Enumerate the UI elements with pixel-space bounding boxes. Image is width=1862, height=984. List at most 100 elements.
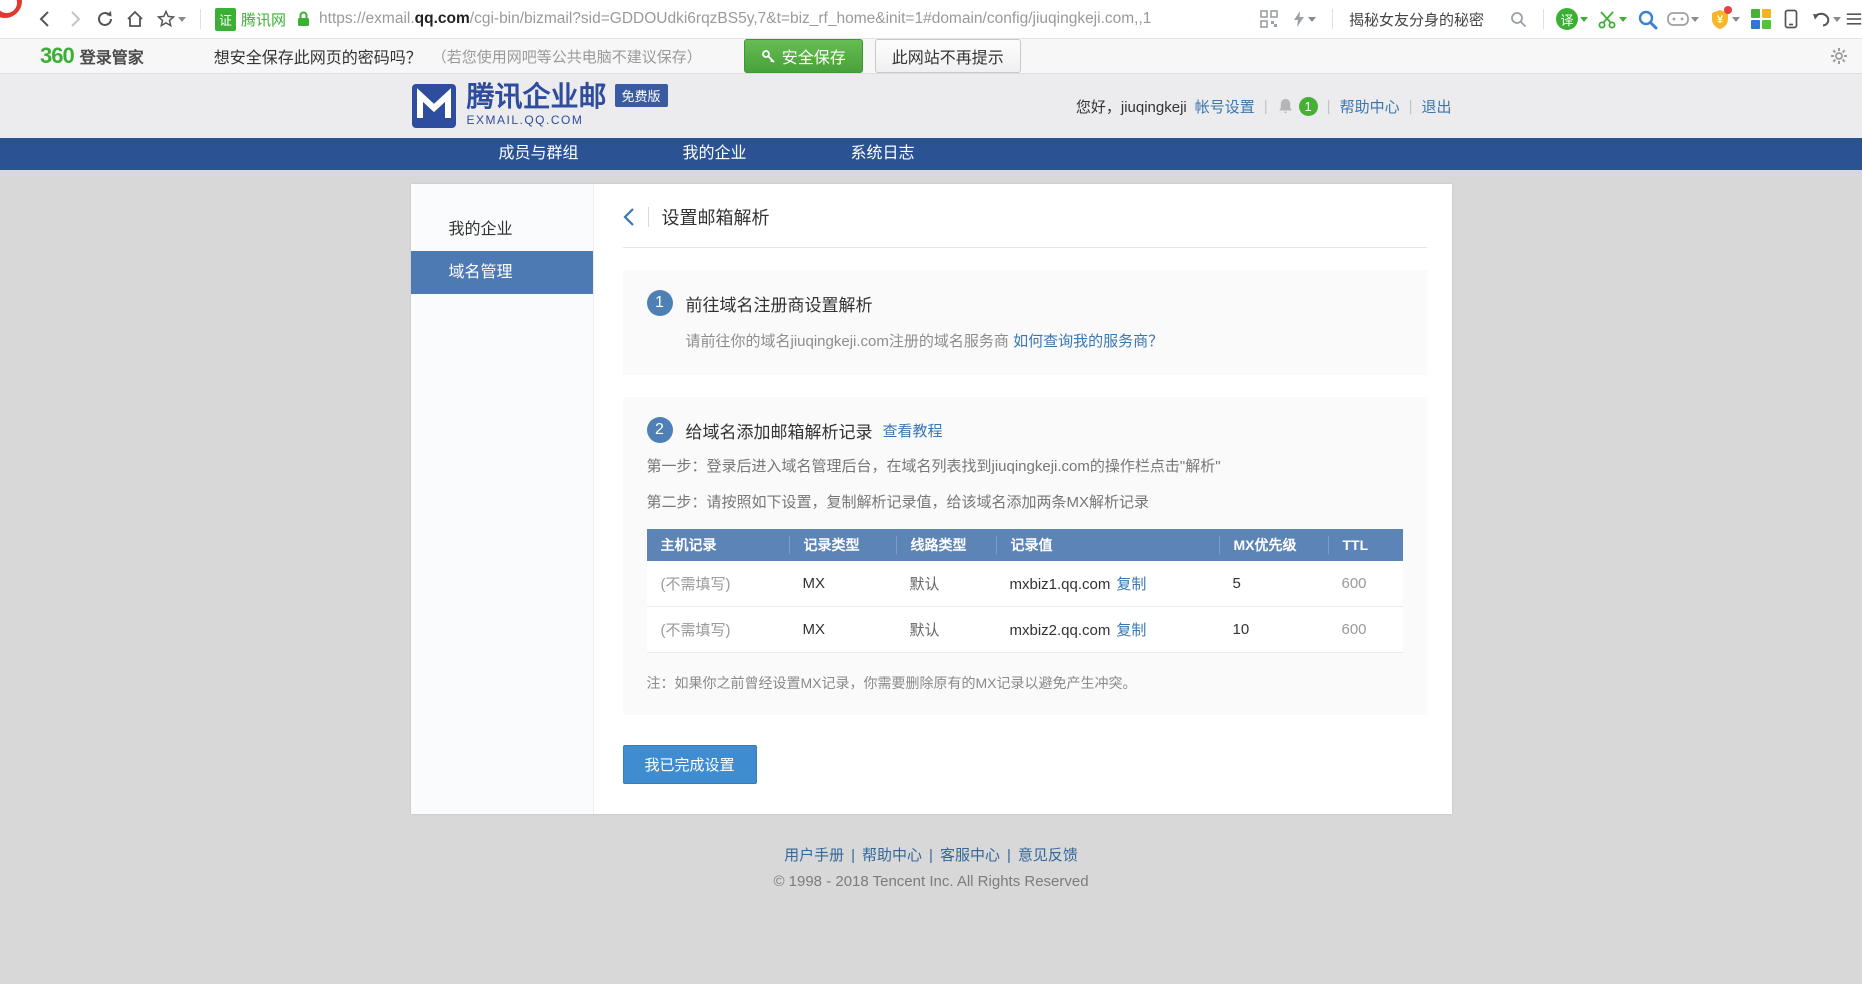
cell-type: MX — [789, 621, 896, 638]
cell-priority: 10 — [1219, 621, 1328, 638]
brand-subtitle: EXMAIL.QQ.COM — [467, 113, 607, 127]
search-icon[interactable] — [1510, 11, 1527, 28]
notification-count-badge[interactable]: 1 — [1299, 97, 1318, 116]
copy-link[interactable]: 复制 — [1116, 576, 1146, 593]
col-header-line: 线路类型 — [896, 536, 996, 554]
mx-conflict-note: 注：如果你之前曾经设置MX记录，你需要删除原有的MX记录以避免产生冲突。 — [647, 673, 1403, 693]
chevron-left-icon — [623, 207, 635, 227]
step-2-title: 给域名添加邮箱解析记录 — [686, 418, 873, 443]
logout-link[interactable]: 退出 — [1421, 96, 1451, 117]
col-header-value: 记录值 — [996, 536, 1219, 554]
cell-line: 默认 — [896, 573, 996, 594]
step-2-box: 2 给域名添加邮箱解析记录 查看教程 第一步：登录后进入域名管理后台，在域名列表… — [623, 397, 1427, 715]
footer-link-user-manual[interactable]: 用户手册 — [784, 847, 844, 864]
mobile-button[interactable] — [1776, 4, 1806, 34]
page-footer: 用户手册|帮助中心|客服中心|意见反馈 © 1998 - 2018 Tencen… — [0, 844, 1862, 890]
toolbar-divider — [1332, 9, 1333, 29]
view-tutorial-link[interactable]: 查看教程 — [883, 420, 943, 441]
copy-link[interactable]: 复制 — [1116, 622, 1146, 639]
undo-button[interactable] — [1806, 4, 1846, 34]
apps-grid-icon — [1751, 9, 1771, 29]
nav-item-my-company[interactable]: 我的企业 — [683, 138, 747, 170]
cell-value: mxbiz2.qq.com复制 — [996, 619, 1219, 640]
key-icon — [761, 49, 776, 64]
forward-button[interactable] — [60, 4, 90, 34]
scissors-icon — [1597, 9, 1617, 29]
find-provider-link[interactable]: 如何查询我的服务商？ — [1013, 333, 1163, 350]
search-box[interactable]: 揭秘女友分身的秘密 — [1341, 9, 1535, 30]
translate-button[interactable]: 译 — [1552, 4, 1592, 34]
setup-complete-button[interactable]: 我已完成设置 — [623, 745, 757, 784]
page-title: 设置邮箱解析 — [662, 204, 770, 230]
secure-save-button[interactable]: 安全保存 — [744, 39, 863, 73]
step-1-title: 前往域名注册商设置解析 — [686, 291, 873, 316]
screenshot-button[interactable] — [1592, 4, 1632, 34]
cell-ttl: 600 — [1328, 621, 1403, 638]
bookmark-button[interactable] — [150, 4, 192, 34]
translate-icon: 译 — [1556, 8, 1578, 30]
speed-mode-button[interactable] — [1284, 4, 1324, 34]
copyright: © 1998 - 2018 Tencent Inc. All Rights Re… — [0, 873, 1862, 890]
url-text[interactable]: https://exmail.qq.com/cgi-bin/bizmail?si… — [319, 10, 1151, 28]
footer-link-service-center[interactable]: 客服中心 — [940, 847, 1000, 864]
address-bar[interactable]: 证 腾讯网 https://exmail.qq.com/cgi-bin/bizm… — [215, 8, 1254, 31]
apps-button[interactable] — [1746, 4, 1776, 34]
hamburger-menu-icon — [1846, 11, 1862, 27]
free-version-badge: 免费版 — [615, 84, 668, 107]
find-button[interactable] — [1632, 4, 1662, 34]
browser-avatar[interactable] — [0, 0, 22, 18]
step-1-description: 请前往你的域名jiuqingkeji.com注册的域名服务商 — [686, 333, 1009, 350]
separator: | — [929, 847, 933, 864]
separator: | — [851, 847, 855, 864]
cell-type: MX — [789, 575, 896, 592]
nav-item-members[interactable]: 成员与群组 — [499, 138, 579, 170]
gamepad-icon — [1667, 11, 1689, 27]
toolbar-divider — [200, 9, 201, 29]
search-input[interactable]: 揭秘女友分身的秘密 — [1349, 9, 1484, 30]
cert-badge-icon[interactable]: 证 — [215, 8, 236, 31]
home-button[interactable] — [120, 4, 150, 34]
sidebar-item-domain-management[interactable]: 域名管理 — [411, 251, 593, 294]
col-header-host: 主机记录 — [647, 536, 789, 554]
magnifier-icon — [1637, 9, 1658, 30]
notification-dot — [1724, 6, 1732, 14]
step-2-number: 2 — [647, 417, 673, 443]
exmail-logo-icon — [411, 83, 457, 129]
footer-link-feedback[interactable]: 意见反馈 — [1018, 847, 1078, 864]
star-icon — [156, 9, 176, 29]
chevron-down-icon — [1308, 17, 1316, 22]
title-divider — [648, 207, 649, 227]
phone-icon — [1784, 9, 1798, 29]
dismiss-site-button[interactable]: 此网站不再提示 — [875, 39, 1021, 73]
url-path: /cgi-bin/bizmail?sid=GDDOUdki6rqzBS5y,7&… — [470, 10, 1152, 27]
col-header-type: 记录类型 — [789, 536, 896, 554]
menu-button[interactable] — [1846, 4, 1862, 34]
games-button[interactable] — [1662, 4, 1704, 34]
help-center-link[interactable]: 帮助中心 — [1340, 96, 1400, 117]
notifications-button[interactable]: 1 — [1277, 97, 1318, 116]
cell-host: (不需填写) — [647, 619, 789, 640]
account-settings-link[interactable]: 帐号设置 — [1195, 96, 1255, 117]
chevron-down-icon — [178, 17, 186, 22]
nav-item-system-log[interactable]: 系统日志 — [851, 138, 915, 170]
exmail-logo[interactable]: 腾讯企业邮 EXMAIL.QQ.COM 免费版 — [411, 83, 668, 129]
manager-settings-button[interactable] — [1830, 47, 1848, 65]
step-1-box: 1 前往域名注册商设置解析 请前往你的域名jiuqingkeji.com注册的域… — [623, 270, 1427, 375]
lock-icon — [296, 10, 311, 28]
sidebar-item-my-company[interactable]: 我的企业 — [411, 208, 593, 251]
bell-icon — [1277, 97, 1294, 115]
footer-link-help-center[interactable]: 帮助中心 — [862, 847, 922, 864]
undo-icon — [1811, 10, 1831, 28]
qr-code-button[interactable] — [1254, 4, 1284, 34]
back-button[interactable] — [30, 4, 60, 34]
refresh-button[interactable] — [90, 4, 120, 34]
refresh-icon — [95, 9, 115, 29]
chevron-down-icon — [1833, 17, 1841, 22]
cert-site-label[interactable]: 腾讯网 — [241, 9, 286, 30]
table-row: (不需填写) MX 默认 mxbiz2.qq.com复制 10 600 — [647, 607, 1403, 653]
chevron-down-icon — [1619, 17, 1627, 22]
wallet-button[interactable]: ¥ — [1704, 4, 1746, 34]
title-rule — [623, 247, 1427, 248]
save-password-question: 想安全保存此网页的密码吗？ — [214, 44, 422, 68]
back-link[interactable] — [623, 207, 635, 227]
